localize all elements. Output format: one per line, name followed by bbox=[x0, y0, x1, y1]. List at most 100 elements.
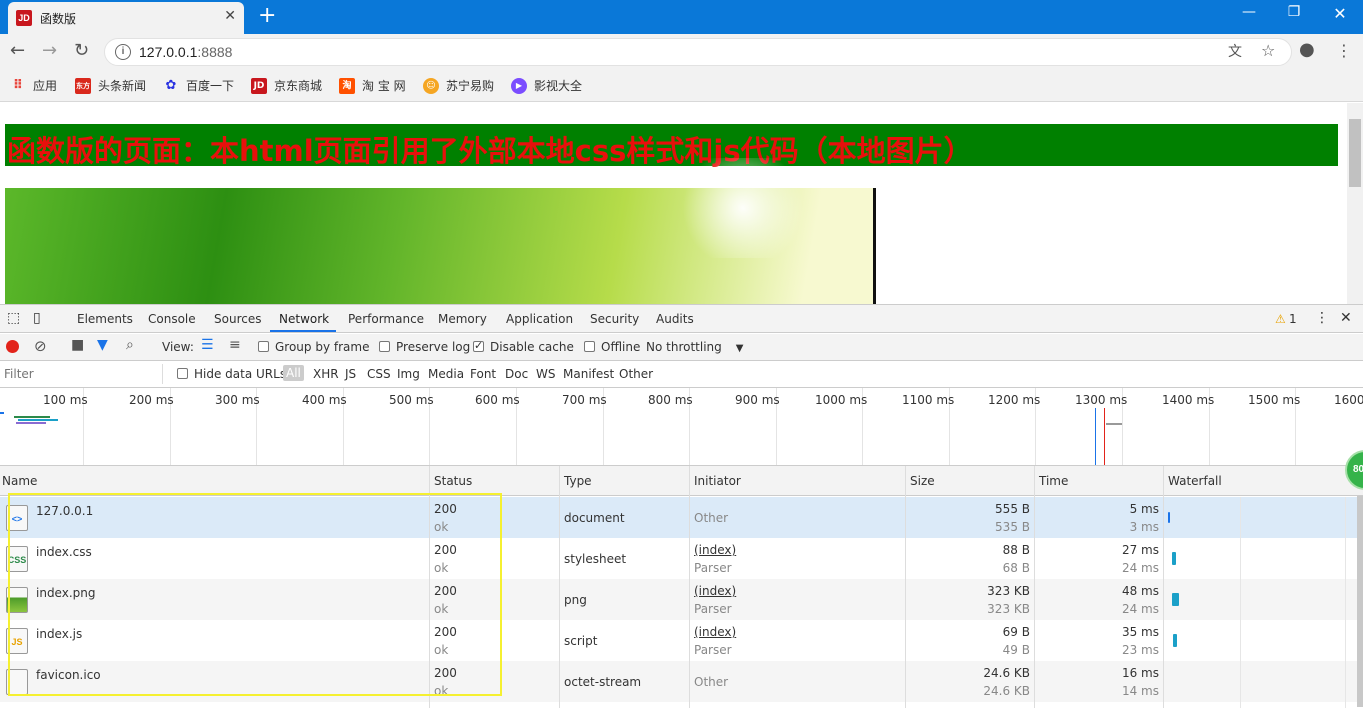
timeline-tick-label: 1000 ms bbox=[815, 393, 868, 407]
filter-type-manifest[interactable]: Manifest bbox=[563, 367, 614, 381]
network-overview-timeline[interactable]: 100 ms 200 ms 300 ms 400 ms 500 ms 600 m… bbox=[0, 388, 1363, 466]
inspect-element-icon[interactable]: ⬚ bbox=[7, 310, 20, 326]
filter-type-doc[interactable]: Doc bbox=[505, 367, 528, 381]
column-header-status[interactable]: Status bbox=[434, 474, 472, 488]
waterfall-bar bbox=[1172, 552, 1176, 565]
tab-sources[interactable]: Sources bbox=[214, 312, 261, 326]
filter-type-font[interactable]: Font bbox=[470, 367, 496, 381]
column-header-time[interactable]: Time bbox=[1039, 474, 1068, 488]
translate-icon[interactable]: 文 bbox=[1228, 41, 1242, 61]
table-header: Name Status Type Initiator Size Time Wat… bbox=[0, 466, 1363, 496]
bookmark-star-icon[interactable]: ☆ bbox=[1261, 41, 1275, 60]
tab-application[interactable]: Application bbox=[506, 312, 573, 326]
group-by-frame-checkbox[interactable]: Group by frame bbox=[258, 340, 369, 354]
warning-icon[interactable]: ⚠ bbox=[1275, 312, 1286, 326]
bookmark-taobao[interactable]: 淘淘 宝 网 bbox=[339, 77, 406, 94]
timeline-tick-label: 700 ms bbox=[562, 393, 607, 407]
disable-cache-checkbox[interactable]: Disable cache bbox=[473, 339, 574, 354]
menu-kebab-icon[interactable]: ⋮ bbox=[1336, 41, 1352, 60]
column-header-size[interactable]: Size bbox=[910, 474, 935, 488]
filter-type-xhr[interactable]: XHR bbox=[313, 367, 339, 381]
offline-checkbox[interactable]: Offline bbox=[584, 340, 640, 354]
suning-icon: ☺ bbox=[423, 77, 439, 94]
filter-type-all[interactable]: All bbox=[283, 365, 304, 381]
bookmark-baidu[interactable]: ✿ 百度一下 bbox=[163, 77, 234, 94]
jd-icon: JD bbox=[251, 77, 267, 94]
waterfall-bar bbox=[1172, 593, 1179, 606]
devtools-tab-bar: ⬚ ▯ Elements Console Sources Network Per… bbox=[0, 305, 1363, 333]
column-header-name[interactable]: Name bbox=[2, 474, 37, 488]
forward-arrow-icon[interactable]: → bbox=[42, 40, 57, 61]
tab-close-icon[interactable]: ✕ bbox=[224, 8, 236, 24]
timeline-tick-label: 500 ms bbox=[389, 393, 434, 407]
bookmark-toutiao[interactable]: 东方 头条新闻 bbox=[75, 77, 146, 94]
taobao-icon: 淘 bbox=[339, 77, 355, 94]
device-toggle-icon[interactable]: ▯ bbox=[33, 310, 41, 326]
timeline-tick-label: 1500 ms bbox=[1248, 393, 1301, 407]
devtools-close-icon[interactable]: ✕ bbox=[1340, 310, 1352, 326]
tab-audits[interactable]: Audits bbox=[656, 312, 694, 326]
close-window-icon[interactable]: ✕ bbox=[1320, 4, 1360, 23]
warning-count[interactable]: 1 bbox=[1289, 312, 1297, 326]
timeline-tick-label: 900 ms bbox=[735, 393, 780, 407]
filter-funnel-icon[interactable]: ▼ bbox=[97, 337, 108, 353]
bookmark-apps[interactable]: ⠿ 应用 bbox=[10, 77, 57, 94]
browser-tab[interactable]: JD 函数版 ✕ bbox=[8, 2, 244, 34]
page-local-image bbox=[5, 158, 876, 304]
tab-security[interactable]: Security bbox=[590, 312, 639, 326]
filter-type-js[interactable]: JS bbox=[345, 367, 356, 381]
clear-icon[interactable]: ⊘ bbox=[34, 337, 47, 355]
filter-type-css[interactable]: CSS bbox=[367, 367, 391, 381]
tab-performance[interactable]: Performance bbox=[348, 312, 424, 326]
filter-type-media[interactable]: Media bbox=[428, 367, 464, 381]
filter-type-ws[interactable]: WS bbox=[536, 367, 555, 381]
profile-avatar-icon[interactable]: ● bbox=[1299, 39, 1315, 60]
tab-console[interactable]: Console bbox=[148, 312, 196, 326]
highlight-annotation-box bbox=[8, 493, 502, 696]
preserve-log-checkbox[interactable]: Preserve log bbox=[379, 340, 470, 354]
tab-network[interactable]: Network bbox=[279, 312, 329, 326]
waterfall-view-icon[interactable]: ≡ bbox=[229, 337, 241, 353]
filter-type-img[interactable]: Img bbox=[397, 367, 420, 381]
site-info-icon[interactable]: i bbox=[115, 44, 131, 60]
column-header-initiator[interactable]: Initiator bbox=[694, 474, 741, 488]
page-scrollbar-thumb[interactable] bbox=[1349, 119, 1361, 187]
tab-elements[interactable]: Elements bbox=[77, 312, 133, 326]
video-play-icon: ▶ bbox=[511, 77, 527, 94]
page-scrollbar[interactable] bbox=[1347, 103, 1363, 304]
timeline-tick-label: 1600 bbox=[1334, 393, 1363, 407]
table-scrollbar[interactable] bbox=[1357, 496, 1363, 707]
new-tab-button[interactable]: + bbox=[258, 4, 276, 28]
restore-window-icon[interactable]: ❐ bbox=[1274, 4, 1314, 20]
minimize-window-icon[interactable]: — bbox=[1229, 4, 1269, 20]
filter-type-other[interactable]: Other bbox=[619, 367, 653, 381]
network-toolbar: ⊘ ■ ▼ ⌕ View: ☰ ≡ Group by frame Preserv… bbox=[0, 334, 1363, 361]
capture-screenshots-icon[interactable]: ■ bbox=[71, 337, 84, 353]
search-icon[interactable]: ⌕ bbox=[126, 337, 134, 353]
reload-icon[interactable]: ↻ bbox=[74, 40, 89, 61]
url-text: 127.0.0.1:8888 bbox=[139, 44, 233, 60]
filter-input[interactable] bbox=[0, 364, 163, 384]
address-bar[interactable]: i 127.0.0.1:8888 bbox=[104, 38, 1292, 66]
timeline-tick-label: 400 ms bbox=[302, 393, 347, 407]
tab-memory[interactable]: Memory bbox=[438, 312, 487, 326]
large-rows-icon[interactable]: ☰ bbox=[201, 337, 214, 353]
bookmark-video[interactable]: ▶ 影视大全 bbox=[511, 77, 582, 94]
view-label: View: bbox=[162, 340, 194, 354]
browser-title-bar: JD 函数版 ✕ + — ❐ ✕ bbox=[0, 0, 1363, 34]
column-header-type[interactable]: Type bbox=[564, 474, 592, 488]
tab-title: 函数版 bbox=[40, 12, 77, 26]
back-arrow-icon[interactable]: ← bbox=[10, 40, 25, 61]
timeline-tick-label: 800 ms bbox=[648, 393, 693, 407]
hide-data-urls-checkbox[interactable]: Hide data URLs bbox=[177, 367, 286, 381]
bookmark-suning[interactable]: ☺ 苏宁易购 bbox=[423, 77, 494, 94]
bookmarks-bar: ⠿ 应用 东方 头条新闻 ✿ 百度一下 JD 京东商城 淘淘 宝 网 ☺ 苏宁易购 ▶ 影视… bbox=[0, 70, 1363, 102]
bookmark-jd[interactable]: JD 京东商城 bbox=[251, 77, 322, 94]
throttling-select[interactable]: No throttling ▼ bbox=[646, 340, 743, 354]
browser-toolbar: ← → ↻ i 127.0.0.1:8888 文 ☆ ● ⋮ bbox=[0, 34, 1363, 70]
devtools-menu-icon[interactable]: ⋮ bbox=[1315, 310, 1329, 326]
apps-grid-icon: ⠿ bbox=[12, 77, 24, 93]
waterfall-bar bbox=[1168, 512, 1170, 523]
record-icon[interactable] bbox=[6, 340, 19, 353]
column-header-waterfall[interactable]: Waterfall bbox=[1168, 474, 1222, 488]
